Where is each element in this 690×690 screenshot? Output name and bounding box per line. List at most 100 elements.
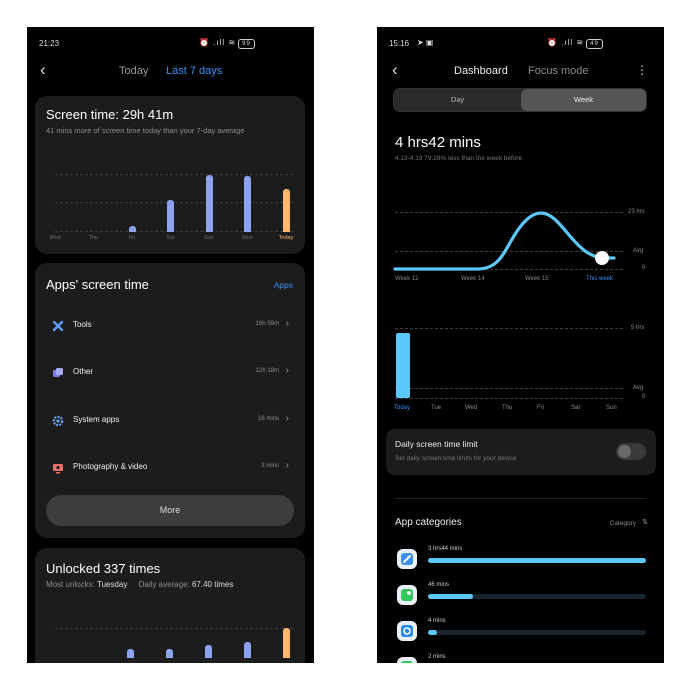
week-label: Week 14 [461,276,485,282]
week-label: Week 15 [525,276,549,282]
grid-line [395,328,623,329]
day-label: Sun [204,235,214,241]
app-name: Photography & video [73,462,148,471]
daily-day-labels: Today Tue Wed Thu Fri Sat Sun [377,405,664,415]
more-options-icon[interactable]: ⋮ [636,63,648,77]
tools-category-icon [397,549,417,569]
daily-limit-toggle[interactable] [616,443,646,460]
screen-time-day-labels: Wed Thu Fri Sat Sun Mon Today [35,235,305,245]
sort-category-label[interactable]: Category [610,520,636,527]
app-name: Tools [73,320,92,329]
back-arrow-icon[interactable]: ‹ [392,61,398,78]
category-row[interactable]: 4 mins [377,617,664,647]
divider [395,498,646,499]
y-axis-max-label: 5 hrs [631,325,645,331]
status-icons: ⏰ .ıll ≋ 49 [547,38,603,49]
trend-week-labels: Week 12 Week 14 Week 15 This week [377,276,664,286]
unlock-bar [205,645,212,658]
day-label: Sat [166,235,175,241]
app-time: 16 mins [257,416,279,422]
app-name: Other [73,367,94,376]
unlocked-title: Unlocked 337 times [46,561,161,576]
app-row-other[interactable]: Other 12h 18m › [35,363,305,383]
photo-video-icon [52,461,64,474]
category-row[interactable]: 2 mins [377,653,664,663]
apps-link[interactable]: Apps [274,280,293,290]
period-segmented-control: Day Week [393,88,647,112]
daily-bar-chart: 5 hrs Avg 0 Today Tue Wed Thu Fri Sat Sun [377,323,664,423]
app-row-photography[interactable]: Photography & video 3 mins › [35,458,305,478]
daily-average-label: Daily average: [138,580,190,589]
battery-icon: 49 [586,39,603,49]
grid-line [55,174,293,175]
notification-icons: ➤ ▣ [417,38,434,47]
grid-line [395,388,623,389]
app-time: 16h 59m [255,321,279,327]
app-row-tools[interactable]: Tools 16h 59m › [35,316,305,336]
chevron-right-icon: › [285,318,289,329]
blue-app-category-icon [397,621,417,641]
screen-time-bar[interactable] [282,188,290,232]
unlocked-card: Unlocked 337 times Most unlocks: Tuesday… [35,548,305,663]
chevron-right-icon: › [285,365,289,376]
weekly-total: 4 hrs42 mins [395,134,481,151]
app-time: 3 mins [261,463,279,469]
app-categories-title: App categories [395,517,462,528]
screen-time-card: Screen time: 29h 41m 41 mins more of scr… [35,96,305,254]
day-label: Sun [606,405,617,411]
category-row[interactable]: 46 mins [377,581,664,611]
screen-time-bar[interactable] [244,176,251,232]
daily-limit-title: Daily screen time limit [395,439,478,449]
tab-focus-mode[interactable]: Focus mode [528,65,589,77]
category-bar-track [428,558,646,563]
phone-screen-left: 21:23 ⏰ .ıll ≋ 99 ‹ Today Last 7 days Scr… [27,27,314,663]
category-bar [428,594,473,599]
most-unlocks-label: Most unlocks: [46,580,95,589]
day-label: Sat [571,405,581,411]
day-label: Today [278,235,294,241]
category-bar [428,630,437,635]
tab-today[interactable]: Today [119,65,148,77]
other-apps-icon [52,366,64,378]
grid-line [55,202,293,203]
tab-last-7-days[interactable]: Last 7 days [166,65,222,77]
day-label: Thu [88,235,99,241]
segment-day[interactable]: Day [394,89,521,111]
status-icons: ⏰ .ıll ≋ 99 [199,38,255,49]
screen-time-bar[interactable] [128,226,136,232]
grid-line [395,398,623,399]
current-week-marker[interactable] [595,251,609,265]
week-comparison: 4.13-4.19 79.28% less than the week befo… [395,155,523,162]
daily-limit-card[interactable]: Daily screen time limit Set daily screen… [386,429,656,475]
unlock-stats: Most unlocks: Tuesday Daily average: 67.… [46,580,233,589]
segment-week[interactable]: Week [521,89,646,111]
unlock-bar [166,649,173,658]
screen-time-bar[interactable] [167,200,174,232]
tools-icon [52,319,64,332]
tab-dashboard[interactable]: Dashboard [454,65,508,77]
apps-section-title: Apps' screen time [46,277,149,292]
app-time: 12h 18m [255,368,279,374]
screen-time-subtitle: 41 mins more of screen time today than y… [46,126,245,135]
phone-screen-right: 15:16 ➤ ▣ ⏰ .ıll ≋ 49 ‹ Dashboard Focus m… [377,27,664,663]
status-time: 15:16 [389,39,410,48]
grid-line [55,628,293,629]
app-row-system-apps[interactable]: System apps 16 mins › [35,411,305,431]
sort-icon[interactable]: ⇅ [642,518,648,526]
day-label: Mon [242,235,253,241]
more-button[interactable]: More [46,495,294,526]
chevron-right-icon: › [285,413,289,424]
status-bar: 15:16 ➤ ▣ ⏰ .ıll ≋ 49 [377,37,664,51]
toggle-knob [618,445,631,458]
screen-time-bar-chart [35,174,305,232]
apps-screen-time-card: Apps' screen time Apps Tools 16h 59m › O… [35,263,305,538]
category-bar-track [428,630,646,635]
trend-line-svg [393,211,616,271]
unlock-bar [244,642,251,658]
back-arrow-icon[interactable]: ‹ [40,61,46,78]
daily-bar-today[interactable] [396,333,410,398]
chevron-right-icon: › [285,460,289,471]
category-row[interactable]: 3 hrs44 mins [377,545,664,575]
screen-time-bar[interactable] [205,175,213,232]
day-label: Fri [128,235,136,241]
